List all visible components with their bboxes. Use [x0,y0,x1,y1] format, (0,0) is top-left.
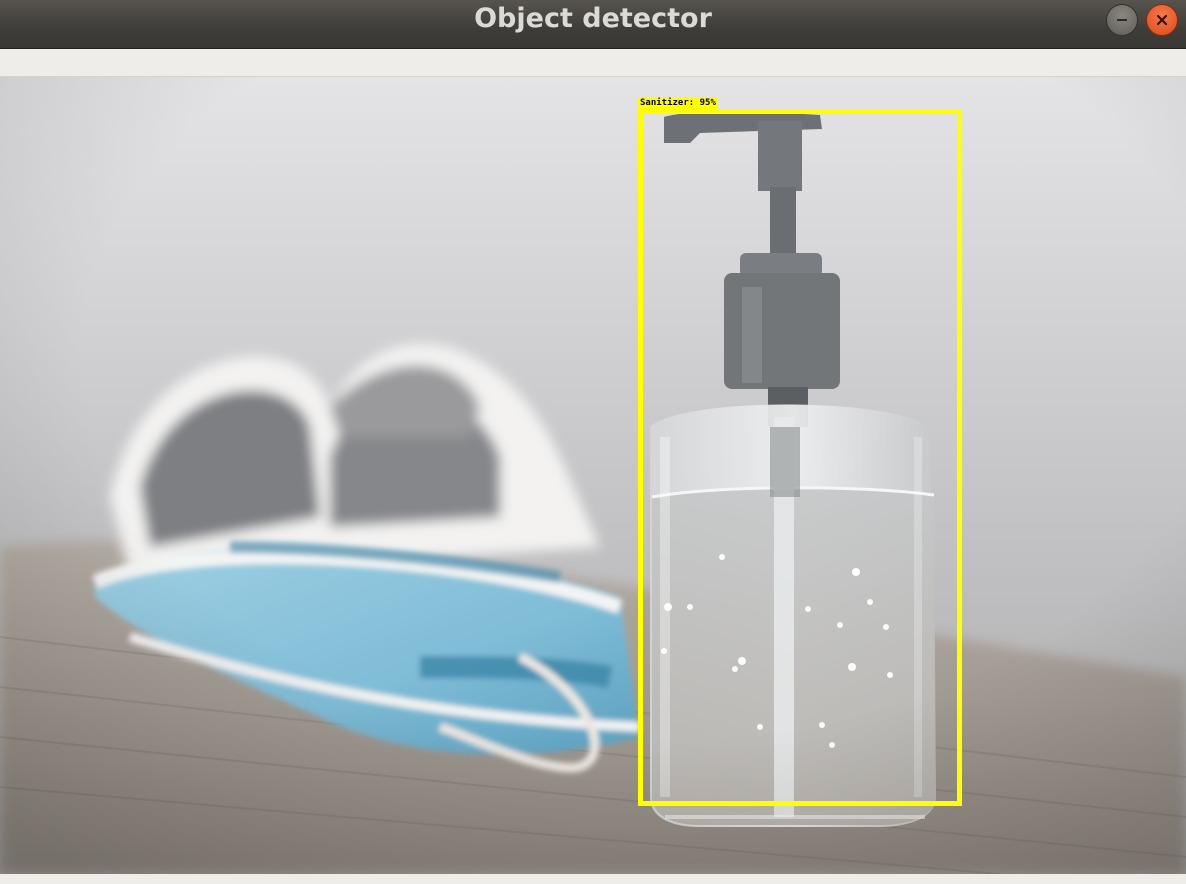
minimize-button[interactable] [1106,4,1138,36]
close-button[interactable] [1146,4,1178,36]
close-icon [1156,14,1168,26]
scene-photo [0,77,1186,874]
detection-label: Sanitizer: 95% [638,97,718,109]
window-title: Object detector [474,3,712,34]
window-bottom-bar [0,874,1186,884]
minimize-icon [1117,19,1127,21]
window-titlebar[interactable]: Object detector [0,0,1186,49]
detection-image: Sanitizer: 95% [0,77,1186,874]
detection-bounding-box [638,109,962,806]
window-toolbar [0,49,1186,77]
